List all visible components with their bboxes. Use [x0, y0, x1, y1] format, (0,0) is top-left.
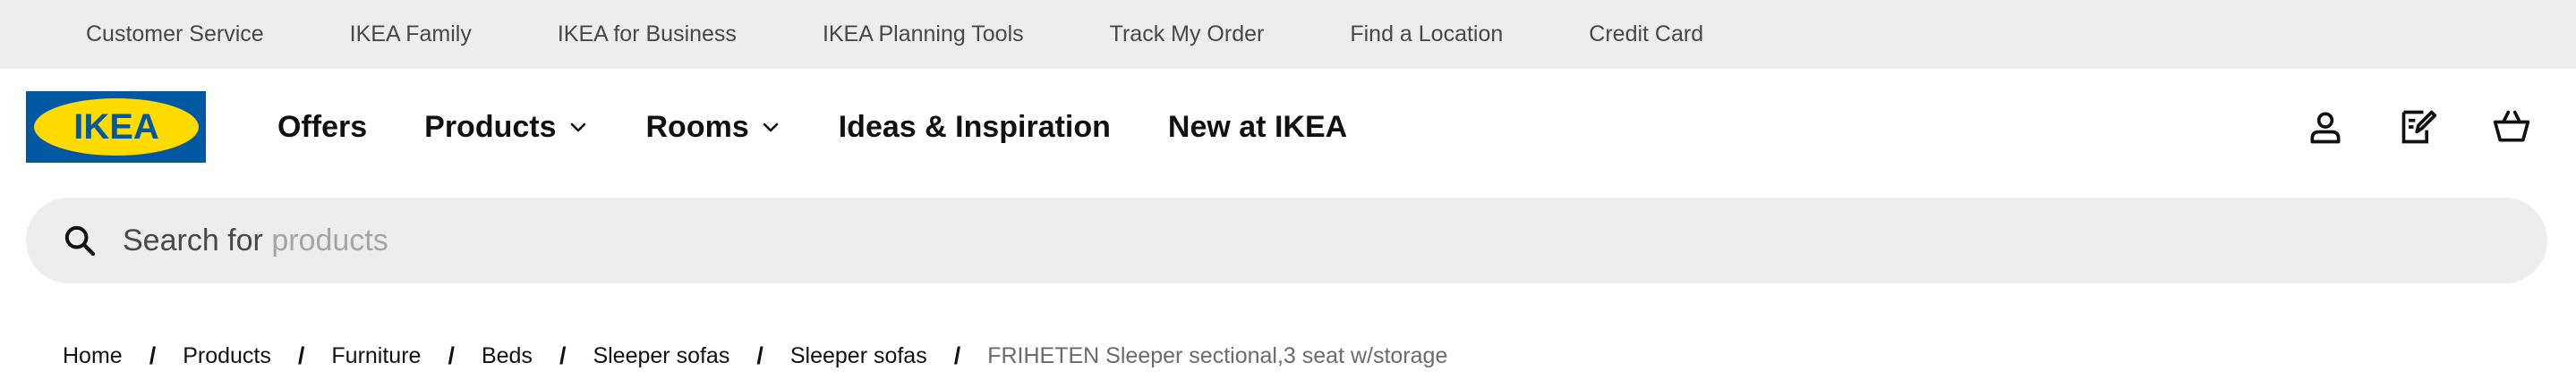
breadcrumb: Home / Products / Furniture / Beds / Sle…: [63, 338, 1447, 374]
logo-mark: IKEA: [33, 98, 199, 156]
search-prefix: Search for: [123, 223, 263, 257]
utility-bar: Customer Service IKEA Family IKEA for Bu…: [0, 0, 2576, 69]
main-nav: Offers Products Rooms Ideas & Inspiratio…: [277, 69, 1404, 185]
ikea-logo[interactable]: IKEA: [26, 91, 206, 163]
search-input[interactable]: Search for products: [123, 224, 388, 258]
topbar-link-customer-service[interactable]: Customer Service: [86, 21, 264, 47]
nav-new-at-ikea[interactable]: New at IKEA: [1168, 110, 1347, 145]
breadcrumb-furniture[interactable]: Furniture: [331, 343, 421, 369]
topbar-link-planning-tools[interactable]: IKEA Planning Tools: [823, 21, 1024, 47]
breadcrumb-products[interactable]: Products: [183, 343, 271, 369]
breadcrumb-separator: /: [953, 342, 961, 369]
shopping-list-icon[interactable]: [2390, 98, 2447, 156]
breadcrumb-beds[interactable]: Beds: [482, 343, 533, 369]
logo-text: IKEA: [73, 107, 159, 147]
nav-label: New at IKEA: [1167, 109, 1348, 144]
user-icon[interactable]: [2297, 98, 2354, 156]
breadcrumb-separator: /: [448, 342, 455, 369]
breadcrumb-sleeper-sofas[interactable]: Sleeper sofas: [593, 343, 729, 369]
nav-label: Ideas & Inspiration: [838, 109, 1111, 144]
main-header: IKEA Offers Products Rooms Ideas & Inspi…: [0, 69, 2576, 185]
search-placeholder: products: [271, 223, 388, 257]
cart-icon[interactable]: [2483, 98, 2540, 156]
search-bar[interactable]: Search for products: [26, 198, 2547, 283]
nav-label: Offers: [277, 109, 368, 144]
nav-offers[interactable]: Offers: [277, 110, 367, 145]
nav-label: Rooms: [645, 109, 749, 144]
nav-products[interactable]: Products: [424, 110, 588, 145]
breadcrumb-home[interactable]: Home: [63, 343, 123, 369]
chevron-down-icon: [760, 116, 781, 138]
nav-ideas-inspiration[interactable]: Ideas & Inspiration: [839, 110, 1111, 145]
chevron-down-icon: [567, 116, 589, 138]
nav-rooms[interactable]: Rooms: [646, 110, 781, 145]
search-icon[interactable]: [58, 219, 101, 262]
breadcrumb-separator: /: [756, 342, 763, 369]
breadcrumb-separator: /: [149, 342, 157, 369]
topbar-link-track-order[interactable]: Track My Order: [1110, 21, 1265, 47]
breadcrumb-separator: /: [559, 342, 567, 369]
header-actions: [2261, 69, 2540, 185]
topbar-link-ikea-for-business[interactable]: IKEA for Business: [558, 21, 737, 47]
topbar-link-credit-card[interactable]: Credit Card: [1589, 21, 1703, 47]
nav-label: Products: [424, 109, 557, 144]
topbar-link-ikea-family[interactable]: IKEA Family: [350, 21, 472, 47]
breadcrumb-sleeper-sofas-2[interactable]: Sleeper sofas: [790, 343, 927, 369]
topbar-link-find-location[interactable]: Find a Location: [1350, 21, 1503, 47]
breadcrumb-separator: /: [297, 342, 305, 369]
breadcrumb-current-page: FRIHETEN Sleeper sectional,3 seat w/stor…: [987, 342, 1448, 368]
